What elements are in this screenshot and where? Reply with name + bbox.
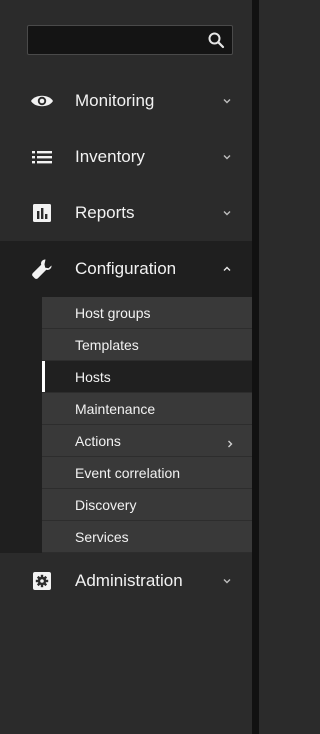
submenu-label: Maintenance xyxy=(75,400,156,417)
menu-item-administration[interactable]: Administration xyxy=(0,553,252,609)
menu-item-reports[interactable]: Reports xyxy=(0,185,252,241)
submenu-item-templates[interactable]: Templates xyxy=(42,329,252,361)
submenu-item-actions[interactable]: Actions xyxy=(42,425,252,457)
main-menu: Monitoring Inventory Reports Configurati… xyxy=(0,73,252,609)
submenu-item-discovery[interactable]: Discovery xyxy=(42,489,252,521)
chevron-down-icon xyxy=(222,576,232,586)
menu-label-administration: Administration xyxy=(75,571,183,590)
menu-item-configuration[interactable]: Configuration xyxy=(0,241,252,297)
menu-item-monitoring[interactable]: Monitoring xyxy=(0,73,252,129)
submenu-rail xyxy=(0,297,42,553)
submenu-item-services[interactable]: Services xyxy=(42,521,252,553)
chevron-right-icon xyxy=(225,436,235,447)
chevron-up-icon xyxy=(222,264,232,274)
submenu-label: Hosts xyxy=(75,368,111,385)
gear-icon xyxy=(30,569,54,593)
configuration-submenu: Host groups Templates Hosts Maintenance … xyxy=(0,297,252,553)
submenu-label: Services xyxy=(75,528,129,545)
active-indicator xyxy=(42,361,45,392)
menu-label-monitoring: Monitoring xyxy=(75,91,155,110)
submenu-label: Discovery xyxy=(75,496,137,513)
menu-label-configuration: Configuration xyxy=(75,259,177,278)
submenu-item-hosts[interactable]: Hosts xyxy=(42,361,252,393)
wrench-icon xyxy=(30,257,54,281)
submenu-item-event-correlation[interactable]: Event correlation xyxy=(42,457,252,489)
search-icon[interactable] xyxy=(207,31,225,49)
menu-label-reports: Reports xyxy=(75,203,135,222)
chevron-down-icon xyxy=(222,152,232,162)
submenu-label: Event correlation xyxy=(75,464,181,481)
menu-label-inventory: Inventory xyxy=(75,147,145,166)
chevron-down-icon xyxy=(222,208,232,218)
submenu-item-host-groups[interactable]: Host groups xyxy=(42,297,252,329)
submenu-label: Actions xyxy=(75,432,121,449)
search-area xyxy=(0,0,252,73)
eye-icon xyxy=(30,89,54,113)
sidebar: Monitoring Inventory Reports Configurati… xyxy=(0,0,252,734)
list-icon xyxy=(30,145,54,169)
submenu-label: Templates xyxy=(75,336,139,353)
chevron-down-icon xyxy=(222,96,232,106)
submenu-label: Host groups xyxy=(75,304,151,321)
sidebar-edge xyxy=(252,0,259,734)
bar-chart-icon xyxy=(30,201,54,225)
submenu-item-maintenance[interactable]: Maintenance xyxy=(42,393,252,425)
search-input[interactable] xyxy=(27,25,233,55)
menu-item-inventory[interactable]: Inventory xyxy=(0,129,252,185)
